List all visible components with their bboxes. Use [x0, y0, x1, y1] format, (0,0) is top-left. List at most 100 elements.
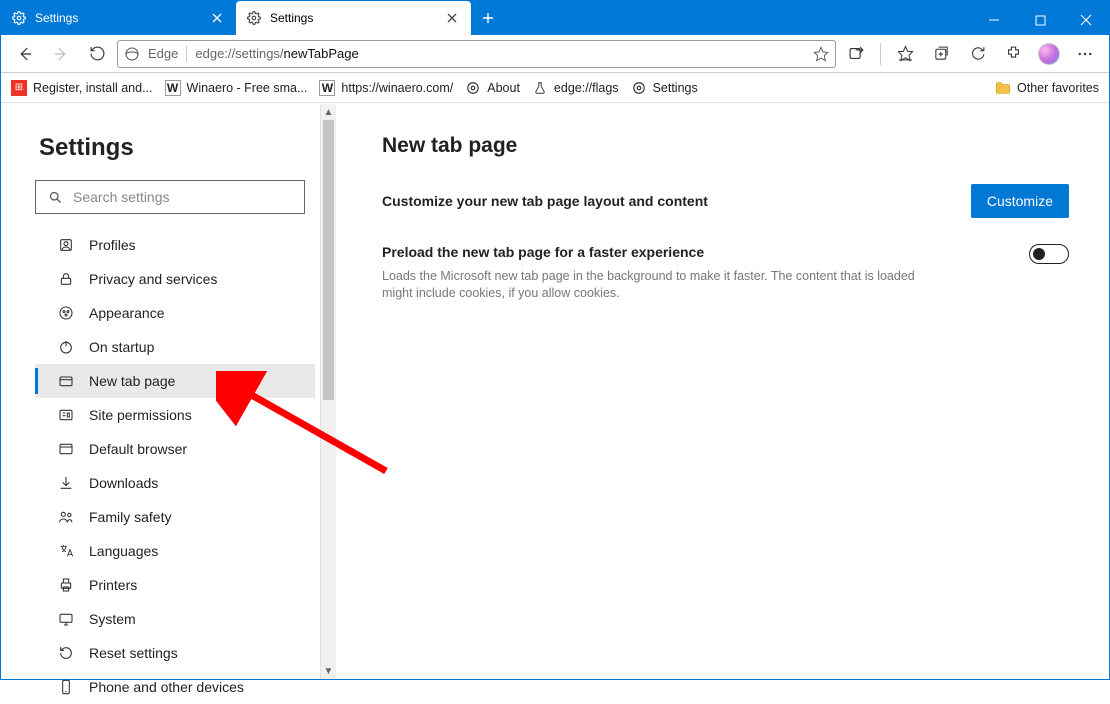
refresh-button[interactable] [81, 38, 113, 70]
nav-label: New tab page [89, 373, 175, 389]
nav-new-tab-page[interactable]: New tab page [35, 364, 315, 398]
collections-icon[interactable] [925, 38, 957, 70]
bookmark-item[interactable]: edge://flags [532, 80, 619, 96]
bookmark-item[interactable]: Settings [631, 80, 698, 96]
bookmark-label: edge://flags [554, 81, 619, 95]
search-placeholder: Search settings [73, 189, 170, 205]
bookmark-item[interactable]: Whttps://winaero.com/ [319, 80, 453, 96]
power-icon [57, 338, 75, 356]
bookmark-label: Register, install and... [33, 81, 153, 95]
nav-label: Appearance [89, 305, 165, 321]
bookmark-item[interactable]: WWinaero - Free sma... [165, 80, 308, 96]
preload-toggle[interactable] [1029, 244, 1069, 264]
close-window-button[interactable] [1063, 5, 1109, 35]
gear-icon [465, 80, 481, 96]
separator [186, 46, 187, 62]
close-icon[interactable] [443, 9, 461, 27]
nav-languages[interactable]: Languages [35, 534, 315, 568]
favorite-star-icon[interactable] [813, 46, 829, 62]
nav-phone[interactable]: Phone and other devices [35, 670, 315, 704]
bookmark-label: About [487, 81, 520, 95]
address-bar[interactable]: Edge edge://settings/newTabPage [117, 40, 836, 68]
nav-family[interactable]: Family safety [35, 500, 315, 534]
page-heading: New tab page [382, 134, 1069, 158]
other-favorites-label: Other favorites [1017, 81, 1099, 95]
phone-icon [57, 678, 75, 696]
title-bar: Settings Settings [1, 1, 1109, 35]
nav-label: Downloads [89, 475, 158, 491]
lock-icon [57, 270, 75, 288]
nav-default-browser[interactable]: Default browser [35, 432, 315, 466]
toggle-knob [1033, 248, 1045, 260]
sidebar-title: Settings [39, 134, 336, 162]
nav-printers[interactable]: Printers [35, 568, 315, 602]
permissions-icon [57, 406, 75, 424]
profile-avatar[interactable] [1033, 38, 1065, 70]
nav-startup[interactable]: On startup [35, 330, 315, 364]
more-menu-icon[interactable] [1069, 38, 1101, 70]
settings-nav: Profiles Privacy and services Appearance… [35, 228, 315, 704]
preload-label: Preload the new tab page for a faster ex… [382, 244, 942, 260]
forward-button[interactable] [45, 38, 77, 70]
nav-privacy[interactable]: Privacy and services [35, 262, 315, 296]
tab-label: Settings [35, 11, 78, 25]
search-settings-input[interactable]: Search settings [35, 180, 305, 214]
other-favorites-folder[interactable]: Other favorites [995, 81, 1099, 95]
preload-row: Preload the new tab page for a faster ex… [382, 244, 1069, 302]
nav-reset[interactable]: Reset settings [35, 636, 315, 670]
search-icon [48, 190, 63, 205]
settings-main: New tab page Customize your new tab page… [336, 104, 1109, 679]
minimize-button[interactable] [971, 5, 1017, 35]
nav-label: Reset settings [89, 645, 178, 661]
system-icon [57, 610, 75, 628]
sidebar-scrollbar[interactable]: ▲ ▼ [320, 104, 336, 679]
nav-system[interactable]: System [35, 602, 315, 636]
close-icon[interactable] [208, 9, 226, 27]
nav-label: Phone and other devices [89, 679, 244, 695]
nav-label: Privacy and services [89, 271, 217, 287]
window-controls [971, 5, 1109, 35]
language-icon [57, 542, 75, 560]
bookmark-item[interactable]: ⊞ Register, install and... [11, 80, 153, 96]
customize-label: Customize your new tab page layout and c… [382, 193, 708, 209]
reset-icon [57, 644, 75, 662]
scroll-down-icon[interactable]: ▼ [321, 663, 336, 679]
family-icon [57, 508, 75, 526]
nav-label: System [89, 611, 136, 627]
extensions-icon[interactable] [997, 38, 1029, 70]
toolbar: Edge edge://settings/newTabPage [1, 35, 1109, 73]
favorites-icon[interactable] [889, 38, 921, 70]
nav-site-permissions[interactable]: Site permissions [35, 398, 315, 432]
sync-icon[interactable] [961, 38, 993, 70]
browser-tab-inactive[interactable]: Settings [1, 1, 236, 35]
app-label: Edge [148, 46, 178, 61]
bookmark-item[interactable]: About [465, 80, 520, 96]
tab-label: Settings [270, 11, 313, 25]
windows-icon: ⊞ [11, 80, 27, 96]
nav-appearance[interactable]: Appearance [35, 296, 315, 330]
preload-description: Loads the Microsoft new tab page in the … [382, 268, 942, 302]
new-tab-button[interactable] [471, 1, 505, 35]
nav-profiles[interactable]: Profiles [35, 228, 315, 262]
favorites-bar: ⊞Register, install and... WWinaero - Fre… [1, 73, 1109, 103]
browser-tab-active[interactable]: Settings [236, 1, 471, 35]
customize-button[interactable]: Customize [971, 184, 1069, 218]
gear-icon [11, 10, 27, 26]
scroll-up-icon[interactable]: ▲ [321, 104, 336, 120]
back-button[interactable] [9, 38, 41, 70]
flask-icon [532, 80, 548, 96]
printer-icon [57, 576, 75, 594]
nav-label: Profiles [89, 237, 136, 253]
nav-downloads[interactable]: Downloads [35, 466, 315, 500]
folder-icon [995, 81, 1011, 95]
nav-label: Site permissions [89, 407, 192, 423]
site-icon: W [319, 80, 335, 96]
edge-icon [124, 46, 140, 62]
nav-label: Family safety [89, 509, 171, 525]
nav-label: Languages [89, 543, 158, 559]
maximize-button[interactable] [1017, 5, 1063, 35]
bookmark-label: Winaero - Free sma... [187, 81, 308, 95]
send-tab-icon[interactable] [840, 38, 872, 70]
scrollbar-thumb[interactable] [323, 120, 334, 400]
profile-icon [57, 236, 75, 254]
